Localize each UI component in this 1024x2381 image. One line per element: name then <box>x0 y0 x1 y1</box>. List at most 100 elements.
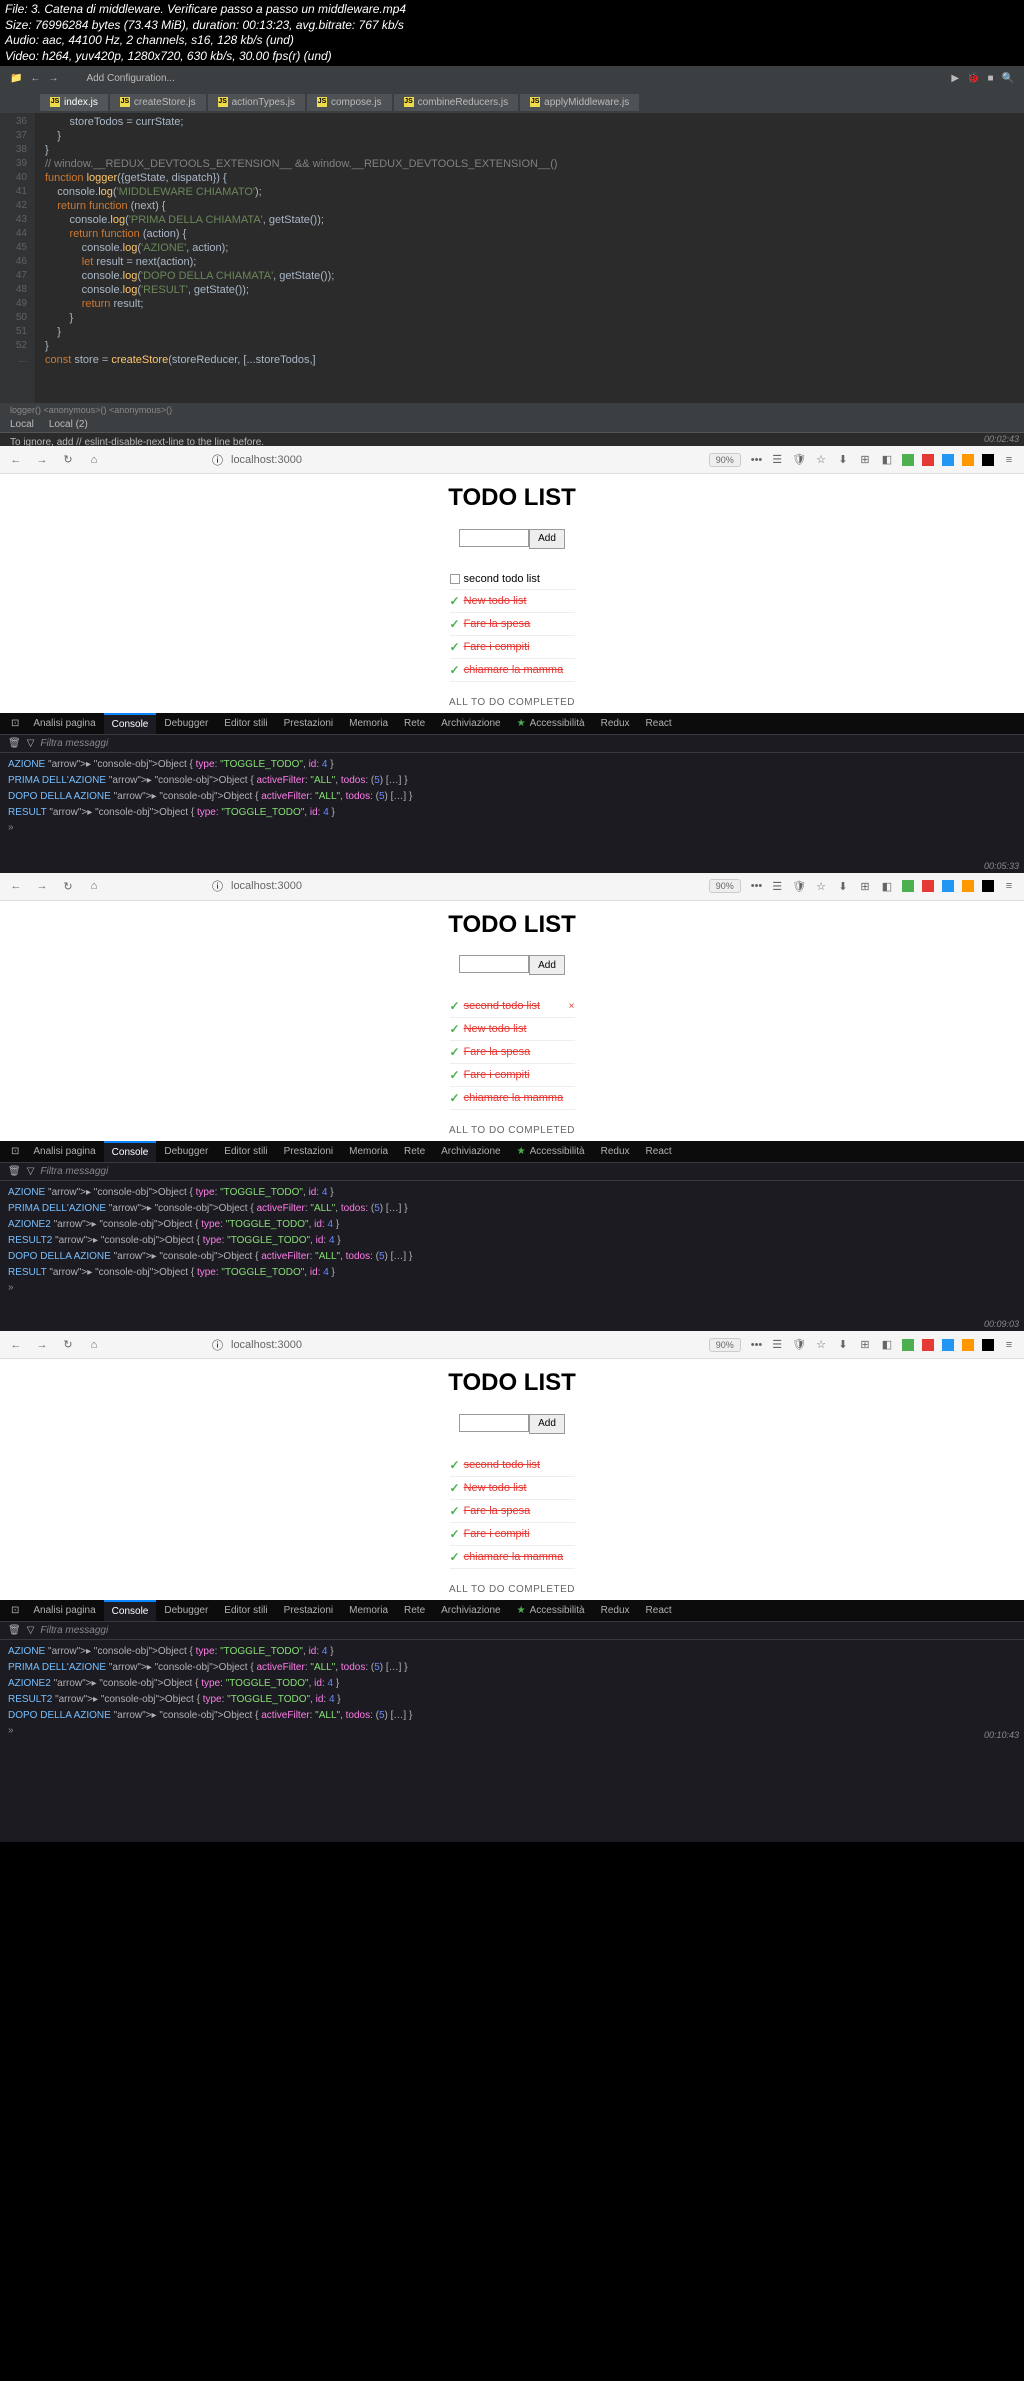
devtools-tab-memoria[interactable]: Memoria <box>341 1142 396 1161</box>
console-line[interactable]: AZIONE "arrow">▸ "console-obj">Object { … <box>8 1644 1016 1660</box>
devtools-tab-redux[interactable]: Redux <box>593 714 638 733</box>
inspect-icon[interactable]: ⊡ <box>5 1605 25 1616</box>
sidebar-icon[interactable]: ◧ <box>880 1338 894 1352</box>
console-line[interactable]: AZIONE "arrow">▸ "console-obj">Object { … <box>8 757 1016 773</box>
console-line[interactable]: RESULT "arrow">▸ "console-obj">Object { … <box>8 805 1016 821</box>
console-line[interactable]: DOPO DELLA AZIONE "arrow">▸ "console-obj… <box>8 789 1016 805</box>
todo-item[interactable]: ✓second todo list× <box>450 995 575 1018</box>
funnel-icon[interactable]: ▽ <box>27 738 35 749</box>
zoom-badge[interactable]: 90% <box>709 453 741 467</box>
console-line[interactable]: DOPO DELLA AZIONE "arrow">▸ "console-obj… <box>8 1708 1016 1724</box>
console-output[interactable]: AZIONE "arrow">▸ "console-obj">Object { … <box>0 753 1024 873</box>
ext-green-icon[interactable] <box>902 880 914 892</box>
devtools-tab-react[interactable]: React <box>638 714 680 733</box>
zoom-badge[interactable]: 90% <box>709 1338 741 1352</box>
ext-red-icon[interactable] <box>922 880 934 892</box>
forward-button[interactable]: → <box>34 878 50 894</box>
zoom-badge[interactable]: 90% <box>709 879 741 893</box>
add-button[interactable]: Add <box>529 1414 565 1434</box>
devtools-tab-rete[interactable]: Rete <box>396 1601 433 1620</box>
inspect-icon[interactable]: ⊡ <box>5 718 25 729</box>
ext-orange-icon[interactable] <box>962 880 974 892</box>
tab-createstore[interactable]: JScreateStore.js <box>110 94 206 111</box>
library-icon[interactable]: ⊞ <box>858 1338 872 1352</box>
console-line[interactable]: AZIONE2 "arrow">▸ "console-obj">Object {… <box>8 1217 1016 1233</box>
sidebar-icon[interactable]: ◧ <box>880 453 894 467</box>
devtools-tab-debugger[interactable]: Debugger <box>156 1142 216 1161</box>
ext-green-icon[interactable] <box>902 1339 914 1351</box>
ext-orange-icon[interactable] <box>962 454 974 466</box>
search-icon[interactable]: 🔍 <box>1002 73 1014 84</box>
more-icon[interactable]: ••• <box>751 880 763 892</box>
reader-icon[interactable]: ☰ <box>772 880 782 893</box>
console-line[interactable]: AZIONE2 "arrow">▸ "console-obj">Object {… <box>8 1676 1016 1692</box>
devtools-tab-debugger[interactable]: Debugger <box>156 1601 216 1620</box>
tab-compose[interactable]: JScompose.js <box>307 94 392 111</box>
code-editor[interactable]: 3637383940414243444546474849505152... st… <box>0 113 1024 403</box>
devtools-tab-editor-stili[interactable]: Editor stili <box>216 1601 275 1620</box>
inspect-icon[interactable]: ⊡ <box>5 1146 25 1157</box>
terminal-tab-local2[interactable]: Local (2) <box>49 419 88 430</box>
checkbox-icon[interactable] <box>450 574 460 584</box>
devtools-tab-prestazioni[interactable]: Prestazioni <box>276 1142 341 1161</box>
forward-button[interactable]: → <box>34 1337 50 1353</box>
folder-icon[interactable]: 📁 <box>10 73 22 84</box>
run-icon[interactable]: ▶ <box>951 73 959 84</box>
debug-icon[interactable]: 🐞 <box>967 73 979 84</box>
funnel-icon[interactable]: ▽ <box>27 1625 35 1636</box>
library-icon[interactable]: ⊞ <box>858 879 872 893</box>
devtools-tab-analisi-pagina[interactable]: Analisi pagina <box>25 1601 103 1620</box>
devtools-tab-prestazioni[interactable]: Prestazioni <box>276 714 341 733</box>
url-field[interactable]: localhost:3000 <box>231 880 302 892</box>
filter-input[interactable]: Filtra messaggi <box>40 1625 108 1636</box>
star-icon[interactable]: ☆ <box>816 1338 826 1351</box>
todo-item[interactable]: ✓New todo list <box>450 590 575 613</box>
shield-icon[interactable]: 🛡 <box>792 1338 806 1351</box>
console-line[interactable]: DOPO DELLA AZIONE "arrow">▸ "console-obj… <box>8 1249 1016 1265</box>
console-line[interactable]: RESULT "arrow">▸ "console-obj">Object { … <box>8 1265 1016 1281</box>
info-icon[interactable]: ⓘ <box>212 1337 223 1353</box>
console-output[interactable]: AZIONE "arrow">▸ "console-obj">Object { … <box>0 1640 1024 1742</box>
filter-input[interactable]: Filtra messaggi <box>40 738 108 749</box>
tab-actiontypes[interactable]: JSactionTypes.js <box>208 94 305 111</box>
todo-item[interactable]: ✓Fare la spesa <box>450 613 575 636</box>
devtools-tab-accessibilità[interactable]: ★ Accessibilità <box>509 1142 593 1161</box>
devtools-tab-rete[interactable]: Rete <box>396 1142 433 1161</box>
devtools-tab-redux[interactable]: Redux <box>593 1142 638 1161</box>
reload-button[interactable]: ↻ <box>60 1337 76 1353</box>
todo-item[interactable]: ✓Fare la spesa <box>450 1041 575 1064</box>
ext-black-icon[interactable] <box>982 1339 994 1351</box>
console-line[interactable]: AZIONE "arrow">▸ "console-obj">Object { … <box>8 1185 1016 1201</box>
sidebar-icon[interactable]: ◧ <box>880 879 894 893</box>
todo-item[interactable]: ✓Fare i compiti <box>450 1064 575 1087</box>
more-icon[interactable]: ••• <box>751 454 763 466</box>
todo-item[interactable]: ✓New todo list <box>450 1018 575 1041</box>
console-line[interactable]: PRIMA DELL'AZIONE "arrow">▸ "console-obj… <box>8 1660 1016 1676</box>
forward-icon[interactable]: → <box>48 73 58 84</box>
devtools-tab-memoria[interactable]: Memoria <box>341 714 396 733</box>
todo-item[interactable]: second todo list <box>450 569 575 590</box>
console-line[interactable]: RESULT2 "arrow">▸ "console-obj">Object {… <box>8 1233 1016 1249</box>
trash-icon[interactable]: 🗑 <box>8 1625 21 1636</box>
devtools-tab-accessibilità[interactable]: ★ Accessibilità <box>509 1601 593 1620</box>
devtools-tab-analisi-pagina[interactable]: Analisi pagina <box>25 1142 103 1161</box>
add-button[interactable]: Add <box>529 955 565 975</box>
todo-item[interactable]: ✓second todo list <box>450 1454 575 1477</box>
devtools-tab-console[interactable]: Console <box>104 713 157 734</box>
devtools-tab-console[interactable]: Console <box>104 1600 157 1621</box>
back-button[interactable]: ← <box>8 878 24 894</box>
devtools-tab-rete[interactable]: Rete <box>396 714 433 733</box>
todo-input[interactable] <box>459 955 529 973</box>
funnel-icon[interactable]: ▽ <box>27 1166 35 1177</box>
devtools-tab-archiviazione[interactable]: Archiviazione <box>433 1601 508 1620</box>
todo-item[interactable]: ✓chiamare la mamma <box>450 1546 575 1569</box>
ext-blue-icon[interactable] <box>942 1339 954 1351</box>
info-icon[interactable]: ⓘ <box>212 878 223 894</box>
shield-icon[interactable]: 🛡 <box>792 880 806 893</box>
menu-icon[interactable]: ≡ <box>1002 1338 1016 1352</box>
devtools-tab-redux[interactable]: Redux <box>593 1601 638 1620</box>
ext-black-icon[interactable] <box>982 880 994 892</box>
ext-blue-icon[interactable] <box>942 454 954 466</box>
ext-black-icon[interactable] <box>982 454 994 466</box>
console-output[interactable]: AZIONE "arrow">▸ "console-obj">Object { … <box>0 1181 1024 1331</box>
